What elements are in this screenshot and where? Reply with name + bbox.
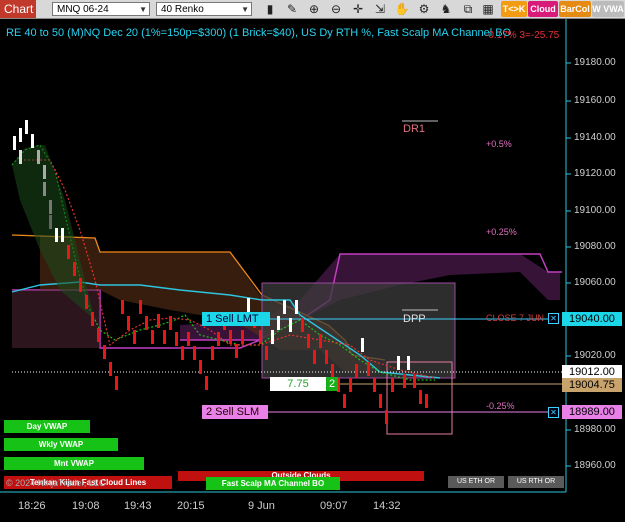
- time-axis-label: 09:07: [320, 500, 348, 512]
- templates-icon[interactable]: ▦: [480, 1, 496, 17]
- bar-type-value: 40 Renko: [161, 4, 204, 15]
- price-axis-label: 19160.00: [574, 95, 616, 106]
- chevron-down-icon: ▼: [139, 5, 147, 14]
- chart-toolbar: Chart MNQ 06-24 ▼ 40 Renko ▼ ▮ ✎ ⊕ ⊖ ✛ ⇲…: [0, 0, 625, 19]
- dr1-label: DR1: [403, 123, 426, 135]
- copyright-text: © 2024 NinjaTrader, LLC: [6, 478, 106, 488]
- position-qty[interactable]: 2: [326, 377, 338, 391]
- tk-button[interactable]: T<>K: [501, 1, 527, 17]
- time-axis-label: 9 Jun: [248, 500, 275, 512]
- price-tag-last: 19012.00: [562, 365, 622, 379]
- chart-header-label: RE 40 to 50 (M)NQ Dec 20 (1%=150p=$300) …: [6, 27, 512, 39]
- chart-tab-label[interactable]: Chart: [0, 0, 36, 18]
- hand-icon[interactable]: ✋: [394, 1, 410, 17]
- price-axis-label: 18960.00: [574, 460, 616, 471]
- plus-05-label: +0.5%: [486, 139, 512, 149]
- properties-icon[interactable]: ⚙: [416, 1, 432, 17]
- vwap-button[interactable]: W VWA: [592, 1, 624, 17]
- barcol-button[interactable]: BarCol: [559, 1, 591, 17]
- instrument-selector[interactable]: MNQ 06-24 ▼: [52, 2, 150, 16]
- price-axis-label: 18980.00: [574, 424, 616, 435]
- zoom-out-icon[interactable]: ⊖: [328, 1, 344, 17]
- zoom-in-icon[interactable]: ⊕: [306, 1, 322, 17]
- price-axis-label: 19140.00: [574, 132, 616, 143]
- price-tag-position: 19004.75: [562, 378, 622, 392]
- close-order-icon[interactable]: ✕: [548, 407, 559, 418]
- us-rth-or-button[interactable]: US RTH OR: [508, 476, 564, 488]
- bar-style-icon[interactable]: ▮: [262, 1, 278, 17]
- dpp-label: DPP: [403, 313, 426, 325]
- close-order-icon[interactable]: ✕: [548, 313, 559, 324]
- indicators-icon[interactable]: ⧉: [460, 1, 476, 17]
- time-axis-label: 20:15: [177, 500, 205, 512]
- pan-icon[interactable]: ⇲: [372, 1, 388, 17]
- cloud-button[interactable]: Cloud: [528, 1, 558, 17]
- time-axis-label: 19:08: [72, 500, 100, 512]
- wkly-vwap-button[interactable]: Wkly VWAP: [4, 438, 118, 451]
- sell-slm-order-label[interactable]: 2 Sell SLM: [202, 405, 268, 419]
- instrument-value: MNQ 06-24: [57, 4, 109, 15]
- price-axis-label: 19100.00: [574, 205, 616, 216]
- price-tag-sell-lmt: 19040.00: [562, 312, 622, 326]
- sell-lmt-order-label[interactable]: 1 Sell LMT: [202, 312, 270, 326]
- price-tag-sell-slm: 18989.00: [562, 405, 622, 419]
- chevron-down-icon: ▼: [241, 5, 249, 14]
- time-axis-label: 14:32: [373, 500, 401, 512]
- close-level-label: CLOSE 7 JUN: [486, 313, 545, 323]
- position-pnl: 7.75: [270, 377, 326, 391]
- strategy-icon[interactable]: ♞: [438, 1, 454, 17]
- price-axis-label: 19020.00: [574, 350, 616, 361]
- draw-tools-icon[interactable]: ✎: [284, 1, 300, 17]
- fast-scalp-button[interactable]: Fast Scalp MA Channel BO: [206, 477, 340, 490]
- bar-type-selector[interactable]: 40 Renko ▼: [156, 2, 252, 16]
- minus-025-label: -0.25%: [486, 401, 515, 411]
- crosshair-icon[interactable]: ✛: [350, 1, 366, 17]
- price-axis-label: 19120.00: [574, 168, 616, 179]
- day-vwap-button[interactable]: Day VWAP: [4, 420, 90, 433]
- us-eth-or-button[interactable]: US ETH OR: [448, 476, 504, 488]
- price-axis-label: 19180.00: [574, 57, 616, 68]
- mnt-vwap-button[interactable]: Mnt VWAP: [4, 457, 144, 470]
- price-axis-label: 19080.00: [574, 241, 616, 252]
- time-axis-label: 19:43: [124, 500, 152, 512]
- price-axis-label: 19060.00: [574, 277, 616, 288]
- time-axis-label: 18:26: [18, 500, 46, 512]
- plus-025-label: +0.25%: [486, 227, 517, 237]
- chart-header-change: -0.17% 3=-25.75: [485, 30, 560, 41]
